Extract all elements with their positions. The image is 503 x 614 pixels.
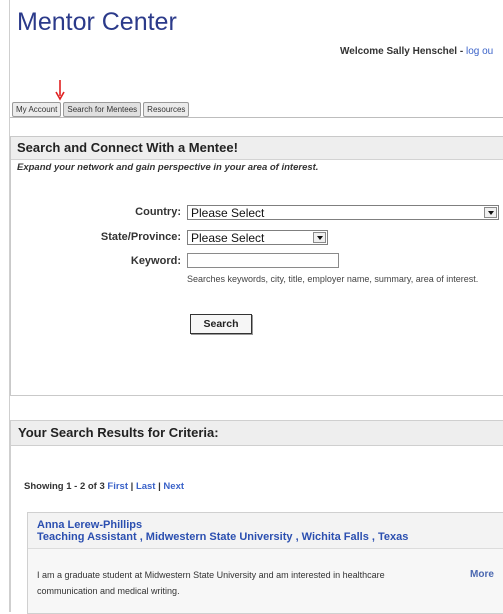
keyword-hint: Searches keywords, city, title, employer… bbox=[187, 274, 479, 284]
search-panel: Search and Connect With a Mentee! Expand… bbox=[10, 136, 503, 396]
welcome-text: Welcome Sally Henschel - log ou bbox=[340, 46, 493, 57]
pagination-separator: | bbox=[128, 481, 136, 492]
tab-search-for-mentees[interactable]: Search for Mentees bbox=[63, 102, 142, 117]
chevron-down-icon bbox=[484, 207, 497, 218]
chevron-down-icon bbox=[313, 232, 326, 243]
state-label: State/Province: bbox=[100, 231, 181, 243]
search-panel-heading: Search and Connect With a Mentee! bbox=[11, 137, 503, 160]
next-page-link[interactable]: Next bbox=[163, 481, 184, 492]
country-label: Country: bbox=[135, 206, 181, 218]
results-heading: Your Search Results for Criteria: bbox=[10, 420, 503, 446]
search-panel-subheading: Expand your network and gain perspective… bbox=[17, 162, 319, 173]
tab-resources[interactable]: Resources bbox=[143, 102, 190, 117]
result-card-header: Anna Lerew-Phillips Teaching Assistant ,… bbox=[28, 513, 503, 549]
welcome-label: Welcome Sally Henschel bbox=[340, 46, 458, 57]
result-card: Anna Lerew-Phillips Teaching Assistant ,… bbox=[27, 512, 503, 614]
state-select-value: Please Select bbox=[191, 231, 265, 245]
keyword-label: Keyword: bbox=[130, 255, 181, 267]
pagination: Showing 1 - 2 of 3 First | Last | Next bbox=[24, 481, 184, 492]
mentee-name-link[interactable]: Anna Lerew-Phillips bbox=[37, 519, 494, 531]
mentee-role-link[interactable]: Teaching Assistant , Midwestern State Un… bbox=[37, 531, 494, 543]
tab-my-account[interactable]: My Account bbox=[12, 102, 62, 117]
first-page-link[interactable]: First bbox=[107, 481, 128, 492]
tab-bar: My Account Search for Mentees Resources bbox=[12, 102, 190, 117]
last-page-link[interactable]: Last bbox=[136, 481, 156, 492]
search-button[interactable]: Search bbox=[190, 314, 252, 334]
keyword-input[interactable] bbox=[187, 253, 339, 268]
state-select[interactable]: Please Select bbox=[187, 230, 328, 245]
logout-link[interactable]: log ou bbox=[466, 46, 493, 57]
country-select-value: Please Select bbox=[191, 206, 265, 220]
page-title: Mentor Center bbox=[17, 8, 177, 36]
mentee-summary: I am a graduate student at Midwestern St… bbox=[37, 570, 385, 596]
tab-divider bbox=[10, 117, 503, 118]
results-count: Showing 1 - 2 of 3 bbox=[24, 481, 105, 492]
country-select[interactable]: Please Select bbox=[187, 205, 499, 220]
red-arrow-icon bbox=[55, 80, 65, 101]
logout-separator: - bbox=[457, 46, 466, 57]
more-link[interactable]: More bbox=[470, 569, 494, 580]
